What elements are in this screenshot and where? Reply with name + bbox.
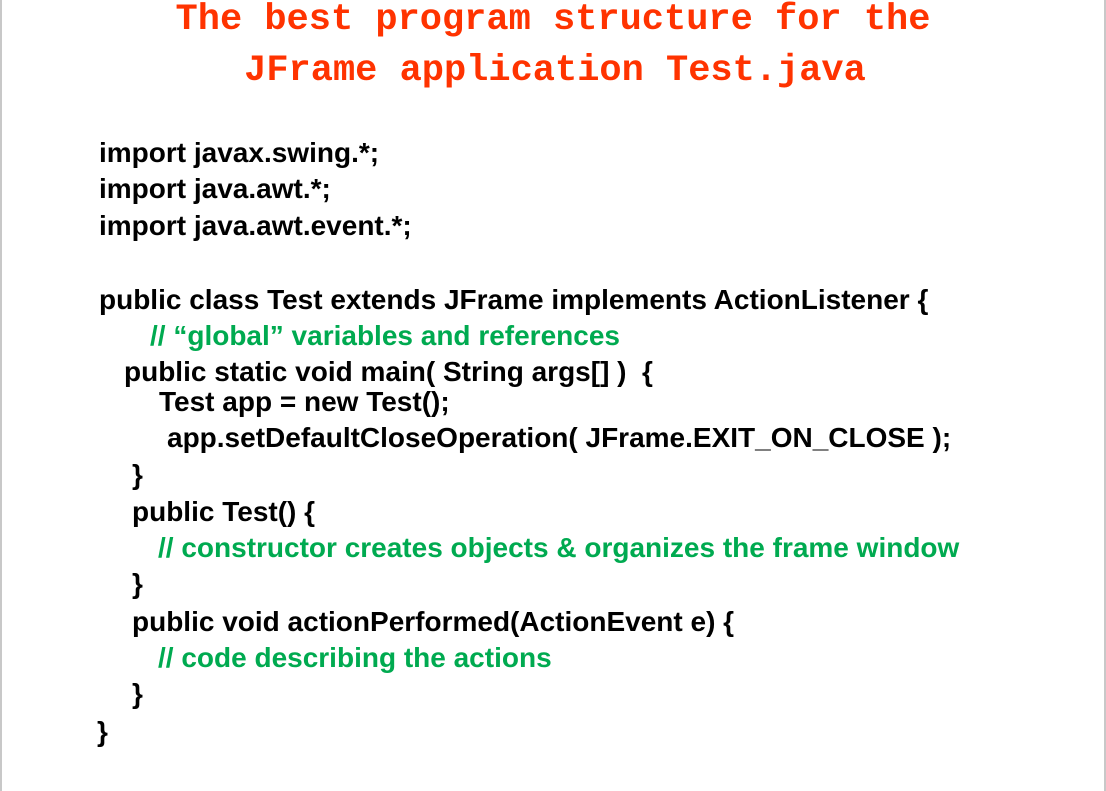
slide-title-line-1: The best program structure for the [175, 0, 931, 41]
action-closing-brace: } [132, 678, 143, 709]
import-awt-line: import java.awt.*; [99, 173, 331, 204]
main-body-line-1: Test app = new Test(); [159, 386, 450, 417]
slide-title-line-2: JFrame application Test.java [244, 50, 866, 92]
main-closing-brace: } [132, 459, 143, 490]
import-awt-event-line: import java.awt.event.*; [99, 210, 412, 241]
main-declaration-line: public static void main( String args[] )… [124, 356, 653, 387]
import-swing-line: import javax.swing.*; [99, 137, 380, 168]
slide: The best program structure for the JFram… [0, 0, 1106, 791]
class-closing-brace: } [97, 716, 108, 747]
class-declaration-line: public class Test extends JFrame impleme… [99, 284, 929, 315]
constructor-closing-brace: } [132, 568, 143, 599]
action-performed-declaration-line: public void actionPerformed(ActionEvent … [132, 606, 735, 637]
constructor-declaration-line: public Test() { [132, 496, 316, 527]
action-comment-line: // code describing the actions [158, 642, 552, 673]
global-comment-line: // “global” variables and references [150, 320, 620, 351]
constructor-comment-line: // constructor creates objects & organiz… [158, 532, 960, 563]
main-body-line-2: app.setDefaultCloseOperation( JFrame.EXI… [167, 422, 952, 453]
